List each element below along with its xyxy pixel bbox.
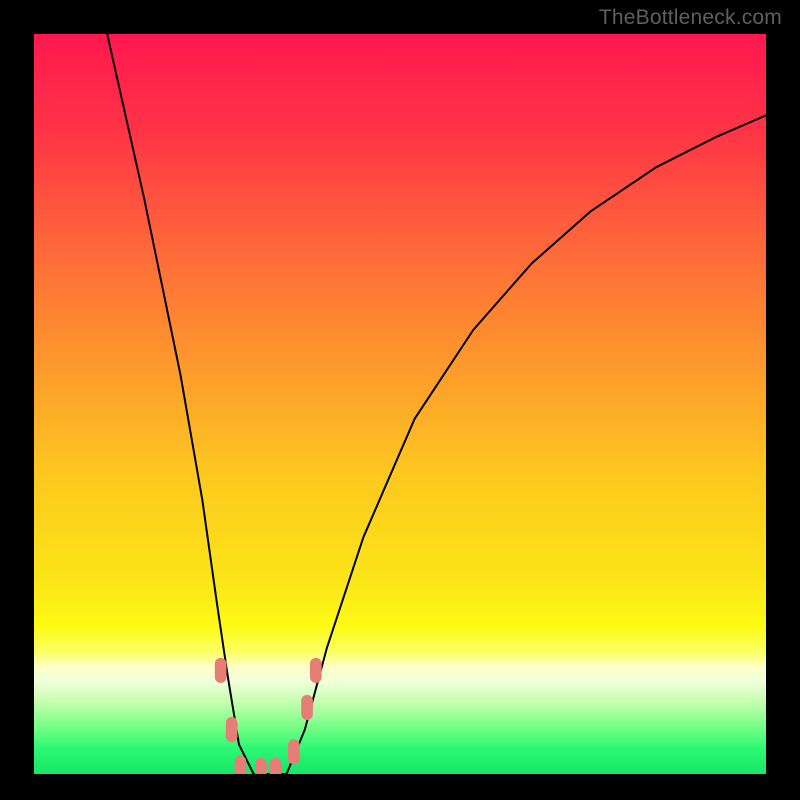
plot-area [34, 34, 766, 774]
curve-node [255, 758, 267, 774]
curve-nodes [215, 658, 322, 774]
curve-node [301, 695, 313, 720]
bottleneck-curve-svg [34, 34, 766, 774]
curve-node [310, 658, 322, 683]
curve-node [226, 717, 238, 742]
watermark-text: TheBottleneck.com [599, 6, 782, 30]
curve-node [270, 758, 282, 774]
curve-node [288, 739, 300, 764]
curve-node [215, 658, 227, 683]
bottleneck-curve [107, 34, 766, 774]
curve-node [235, 756, 247, 775]
